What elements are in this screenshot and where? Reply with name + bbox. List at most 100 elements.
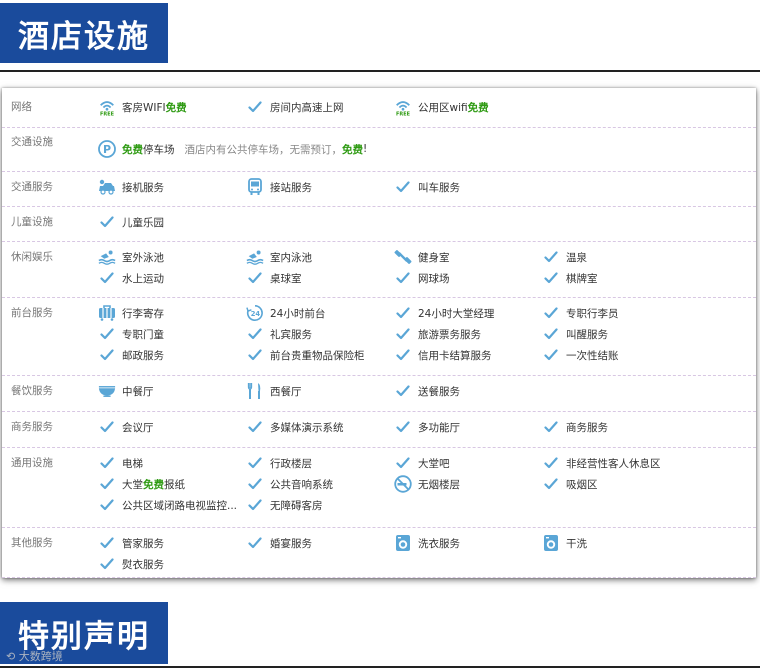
check-icon xyxy=(394,325,412,343)
facility-item: 网球场 xyxy=(394,267,450,289)
footer-divider xyxy=(0,666,760,668)
check-icon xyxy=(542,304,560,322)
facility-item: 室内泳池 xyxy=(246,246,312,268)
check-icon xyxy=(246,325,264,343)
item-text: 健身室 xyxy=(418,251,450,264)
facility-item: 无障碍客房 xyxy=(246,494,323,516)
item-text: 邮政服务 xyxy=(122,349,164,362)
row-label: 交通服务 xyxy=(11,181,53,193)
item-text: 公共区域闭路电视监控... xyxy=(122,499,238,512)
facility-item: 会议厅 xyxy=(98,416,154,438)
check-icon xyxy=(246,269,264,287)
facility-item: 儿童乐园 xyxy=(98,211,164,233)
facility-item: P 免费 停车场 酒店内有公共停车场，无需预订， 免费! xyxy=(98,138,367,160)
check-icon xyxy=(394,178,412,196)
item-text: 旅游票务服务 xyxy=(418,328,481,341)
check-icon xyxy=(246,454,264,472)
check-icon xyxy=(542,269,560,287)
facility-item: 24小时大堂经理 xyxy=(394,302,494,324)
check-icon xyxy=(98,269,116,287)
item-text: 大堂吧 xyxy=(418,457,450,470)
item-text: 会议厅 xyxy=(122,421,154,434)
item-text: 无烟楼层 xyxy=(418,478,460,491)
item-text: 停车场 xyxy=(143,143,175,156)
facility-item: 水上运动 xyxy=(98,267,164,289)
item-text: 西餐厅 xyxy=(270,385,302,398)
facility-item: 接机服务 xyxy=(98,176,164,198)
watermark: ⟲ 大数跨境 xyxy=(6,648,63,664)
row-label: 交通设施 xyxy=(11,136,53,148)
facility-item: 室外泳池 xyxy=(98,246,164,268)
swimming-icon xyxy=(246,248,264,266)
free-highlight: 免费 xyxy=(467,101,489,114)
facility-item: 邮政服务 xyxy=(98,344,164,366)
facility-item: 专职门童 xyxy=(98,323,164,345)
watermark-text: 大数跨境 xyxy=(18,650,63,663)
item-text: 礼宾服务 xyxy=(270,328,312,341)
check-icon xyxy=(98,555,116,573)
facility-item: 房间内高速上网 xyxy=(246,96,344,118)
facility-item: 信用卡结算服务 xyxy=(394,344,492,366)
item-text: 儿童乐园 xyxy=(122,216,164,229)
check-icon xyxy=(542,418,560,436)
check-icon xyxy=(98,418,116,436)
facility-item: 婚宴服务 xyxy=(246,532,312,554)
watermark-logo-icon: ⟲ xyxy=(6,650,19,663)
item-text: 一次性结账 xyxy=(566,349,619,362)
item-text: 非经营性客人休息区 xyxy=(566,457,661,470)
facility-item: 吸烟区 xyxy=(542,473,598,495)
check-icon xyxy=(394,418,412,436)
check-icon xyxy=(542,346,560,364)
item-text: 接站服务 xyxy=(270,181,312,194)
facility-item: 管家服务 xyxy=(98,532,164,554)
facility-item: 多功能厅 xyxy=(394,416,460,438)
facility-item: 公共音响系统 xyxy=(246,473,333,495)
facility-item: 24 24小时前台 xyxy=(246,302,325,324)
check-icon xyxy=(394,454,412,472)
item-text: 公用区wifi xyxy=(418,101,468,114)
item-text: 叫车服务 xyxy=(418,181,460,194)
wifi-free-icon: FREE xyxy=(98,98,116,117)
item-text: 公共音响系统 xyxy=(270,478,333,491)
facility-row: 交通服务 接机服务 接站服务 叫车服务 xyxy=(2,172,756,207)
check-icon xyxy=(98,496,116,514)
item-text: 多功能厅 xyxy=(418,421,460,434)
item-text: 前台贵重物品保险柜 xyxy=(270,349,365,362)
check-icon xyxy=(98,346,116,364)
no-smoking-icon xyxy=(394,475,412,493)
check-icon xyxy=(98,475,116,493)
item-text: 管家服务 xyxy=(122,537,164,550)
facility-item: 洗衣服务 xyxy=(394,532,460,554)
facility-item: 多媒体演示系统 xyxy=(246,416,344,438)
item-text: 温泉 xyxy=(566,251,587,264)
wifi-free-icon: FREE xyxy=(394,98,412,117)
clock-24-icon: 24 xyxy=(246,304,264,322)
item-text: 室内泳池 xyxy=(270,251,312,264)
facility-item: 前台贵重物品保险柜 xyxy=(246,344,365,366)
facility-item: 大堂 免费 报纸 xyxy=(98,473,185,495)
item-text: 吸烟区 xyxy=(566,478,598,491)
check-icon xyxy=(246,418,264,436)
facility-item: 无烟楼层 xyxy=(394,473,460,495)
item-text: 酒店内有公共停车场，无需预订， xyxy=(174,143,343,156)
washer-icon xyxy=(542,534,560,552)
svg-text:P: P xyxy=(103,143,111,156)
facility-item: 电梯 xyxy=(98,452,143,474)
item-text: 24小时前台 xyxy=(270,307,326,320)
item-text: 24小时大堂经理 xyxy=(418,307,495,320)
facility-row: 餐饮服务 中餐厅 西餐厅 送餐服务 xyxy=(2,376,756,412)
item-text: 行政楼层 xyxy=(270,457,312,470)
facilities-title: 酒店设施 xyxy=(0,3,168,63)
facility-item: 非经营性客人休息区 xyxy=(542,452,661,474)
facilities-title-text: 酒店设施 xyxy=(18,18,150,55)
item-text: 叫醒服务 xyxy=(566,328,608,341)
item-text: 棋牌室 xyxy=(566,272,598,285)
facility-item: 温泉 xyxy=(542,246,587,268)
item-text: 桌球室 xyxy=(270,272,302,285)
svg-text:FREE: FREE xyxy=(100,112,115,117)
item-text: 室外泳池 xyxy=(122,251,164,264)
car-icon xyxy=(98,178,116,196)
facility-item: 桌球室 xyxy=(246,267,302,289)
facility-row: 网络 FREE 客房WIFI 免费 房间内高速上网 FREE 公用区wifi 免费 xyxy=(2,92,756,128)
check-icon xyxy=(394,269,412,287)
